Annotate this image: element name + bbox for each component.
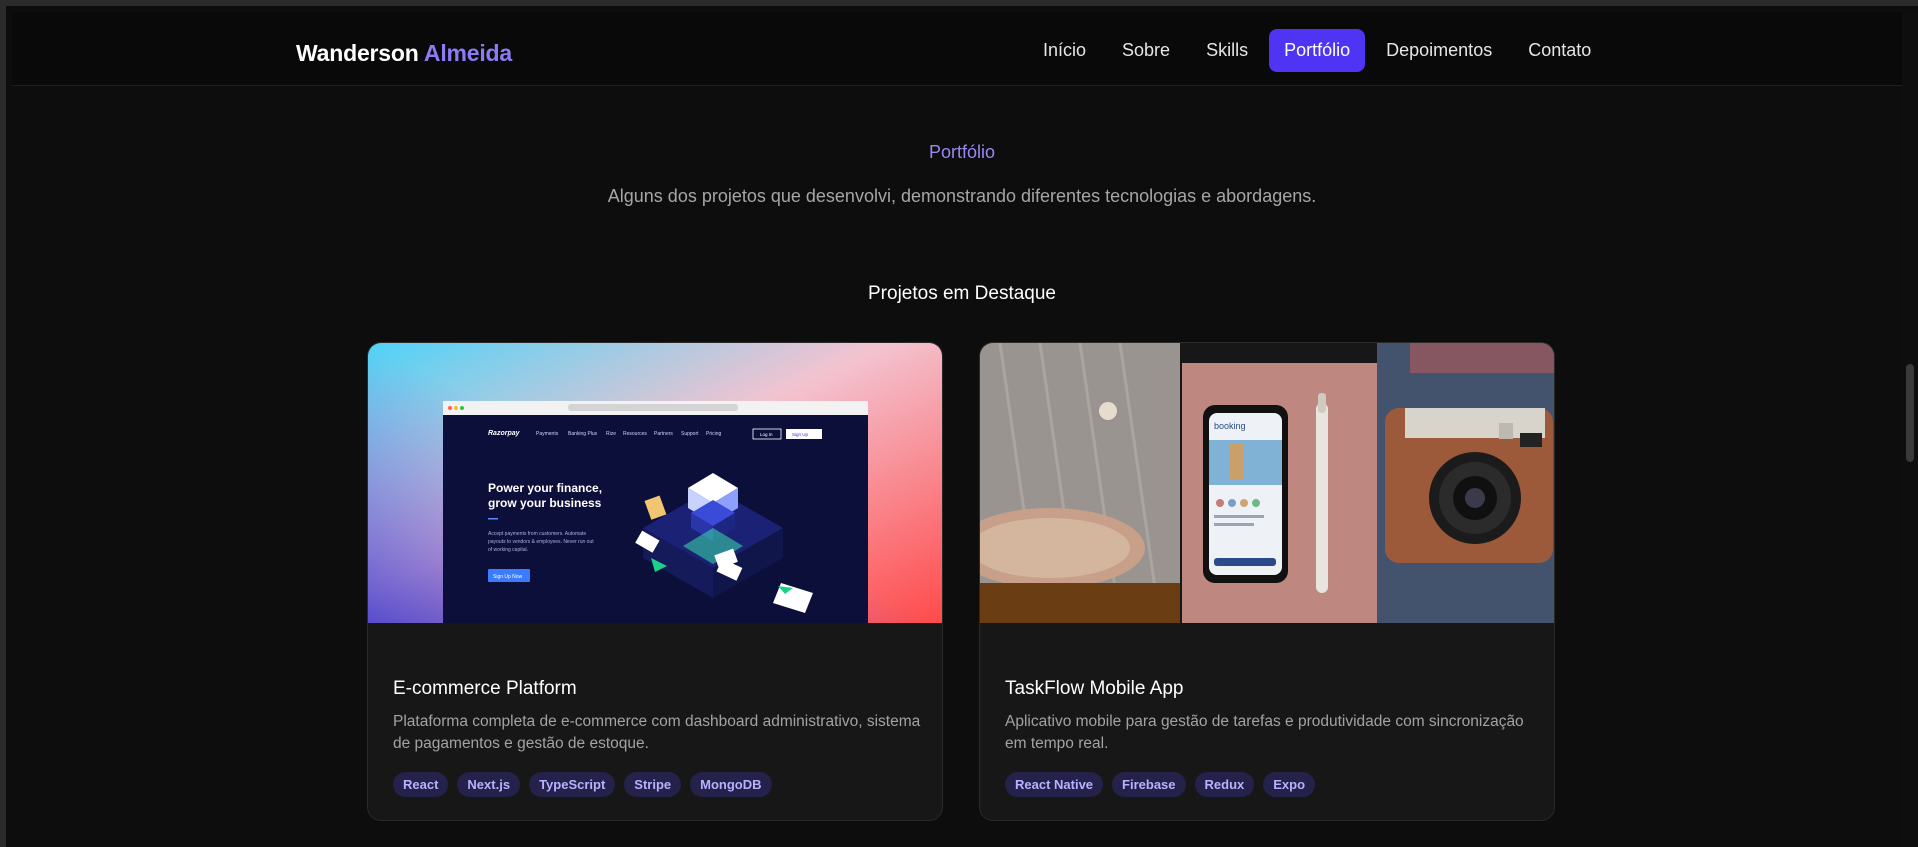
main-nav: Início Sobre Skills Portfólio Depoimento…	[1028, 28, 1606, 72]
booking-app-name: booking	[1214, 421, 1246, 431]
razorpay-menu-1: Payments	[536, 431, 559, 437]
nav-item-inicio[interactable]: Início	[1028, 29, 1101, 72]
project-card-taskflow[interactable]: booking TaskFlow Mobile App Aplicativo m…	[979, 342, 1555, 821]
project-tags: React Native Firebase Redux Expo	[1005, 772, 1316, 797]
tag-mongodb: MongoDB	[690, 772, 772, 797]
tag-stripe: Stripe	[624, 772, 682, 797]
tag-nextjs: Next.js	[457, 772, 521, 797]
razorpay-signup: Sign Up	[792, 432, 809, 437]
tag-typescript: TypeScript	[529, 772, 616, 797]
project-description: Plataforma completa de e-commerce com da…	[393, 713, 921, 752]
browser-viewport: Wanderson Almeida Início Sobre Skills Po…	[0, 0, 1918, 847]
project-card-ecommerce[interactable]: Razorpay Payments Banking Plus Rize Reso…	[367, 342, 943, 821]
razorpay-headline-2: grow your business	[488, 496, 602, 510]
razorpay-body-3: of working capital.	[488, 547, 528, 553]
razorpay-cta: Sign Up Now	[493, 574, 523, 580]
project-image-ecommerce: Razorpay Payments Banking Plus Rize Reso…	[368, 343, 942, 623]
project-image-taskflow: booking	[980, 343, 1554, 623]
razorpay-menu-6: Support	[681, 431, 699, 437]
scrollbar-thumb[interactable]	[1906, 364, 1914, 462]
tag-firebase: Firebase	[1112, 772, 1186, 797]
razorpay-body-1: Accept payments from customers. Automate	[488, 531, 586, 537]
tag-expo: Expo	[1263, 772, 1316, 797]
brand-first-name: Wanderson	[296, 40, 419, 66]
section-label: Portfólio	[928, 142, 996, 162]
brand-last-name: Almeida	[423, 40, 512, 66]
razorpay-menu-4: Resources	[623, 431, 647, 437]
section-subtitle: Alguns dos projetos que desenvolvi, demo…	[607, 186, 1317, 206]
nav-item-portfolio[interactable]: Portfólio	[1269, 28, 1366, 72]
featured-projects-title: Projetos em Destaque	[868, 283, 1056, 304]
tag-react: React	[393, 772, 449, 797]
razorpay-menu-7: Pricing	[706, 431, 722, 437]
razorpay-logo: Razorpay	[488, 430, 521, 437]
razorpay-body-2: payouts to vendors & employees. Never ru…	[488, 539, 594, 545]
razorpay-headline-1: Power your finance,	[488, 481, 602, 495]
project-title: TaskFlow Mobile App	[1005, 678, 1184, 699]
project-title: E-commerce Platform	[393, 678, 577, 699]
razorpay-menu-5: Partners	[654, 431, 673, 437]
brand-logo[interactable]: Wanderson Almeida	[296, 40, 512, 67]
nav-item-depoimentos[interactable]: Depoimentos	[1371, 29, 1507, 72]
page-scrollbar[interactable]	[1902, 12, 1918, 847]
razorpay-menu-2: Banking Plus	[568, 431, 598, 437]
project-description: Aplicativo mobile para gestão de tarefas…	[1005, 713, 1524, 752]
nav-item-skills[interactable]: Skills	[1191, 29, 1263, 72]
tag-react-native: React Native	[1005, 772, 1104, 797]
tag-redux: Redux	[1194, 772, 1255, 797]
nav-item-sobre[interactable]: Sobre	[1107, 29, 1185, 72]
nav-item-contato[interactable]: Contato	[1513, 29, 1606, 72]
project-tags: React Next.js TypeScript Stripe MongoDB	[393, 772, 772, 797]
razorpay-menu-3: Rize	[606, 431, 616, 437]
site-header: Wanderson Almeida Início Sobre Skills Po…	[12, 12, 1912, 86]
razorpay-login: Log In	[760, 432, 773, 437]
